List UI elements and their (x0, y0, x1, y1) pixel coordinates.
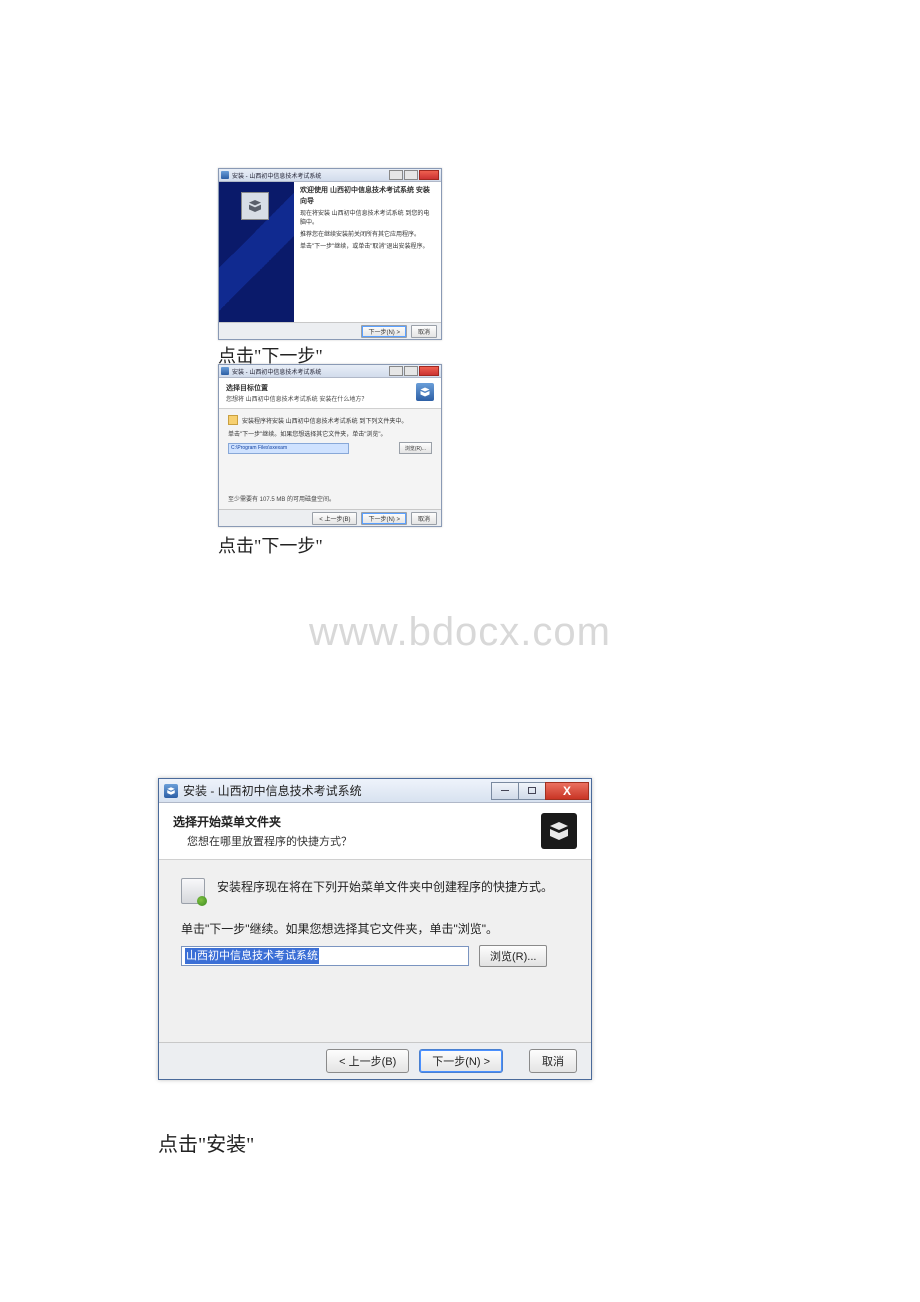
disk-space-text: 至少需要有 107.5 MB 的可用磁盘空间。 (228, 494, 432, 503)
wizard-footer: < 上一步(B) 下一步(N) > 取消 (159, 1042, 591, 1079)
wizard-body: 安装程序现在将在下列开始菜单文件夹中创建程序的快捷方式。 单击"下一步"继续。如… (159, 860, 591, 1042)
caption-text: 点击"安装" (158, 1128, 254, 1157)
back-button[interactable]: < 上一步(B) (326, 1049, 409, 1073)
cancel-button[interactable]: 取消 (411, 512, 437, 525)
app-icon (221, 367, 229, 375)
minimize-button[interactable] (491, 782, 519, 800)
setup-box-icon (241, 192, 269, 220)
instruction-text: 安装程序将安装 山西初中信息技术考试系统 到下列文件夹中。 (242, 416, 407, 425)
wizard-footer: < 上一步(B) 下一步(N) > 取消 (219, 509, 441, 526)
titlebar[interactable]: 安装 - 山西初中信息技术考试系统 (219, 365, 441, 378)
maximize-button[interactable] (404, 366, 418, 376)
setup-box-icon (416, 383, 434, 401)
setup-box-icon (541, 813, 577, 849)
titlebar[interactable]: 安装 - 山西初中信息技术考试系统 (219, 169, 441, 182)
window-title: 安装 - 山西初中信息技术考试系统 (183, 782, 492, 799)
sub-instruction-text: 单击"下一步"继续。如果您想选择其它文件夹，单击"浏览"。 (181, 920, 569, 937)
sub-instruction-text: 单击"下一步"继续。如果您想选择其它文件夹，单击"浏览"。 (228, 429, 432, 438)
installer-welcome-window: 安装 - 山西初中信息技术考试系统 欢迎使用 山西初中信息技术考试系统 安装向导… (218, 168, 442, 340)
watermark-text: www.bdocx.com (0, 610, 920, 655)
folder-icon (228, 415, 238, 425)
startmenu-folder-icon (181, 878, 205, 904)
browse-button[interactable]: 浏览(R)... (479, 945, 547, 967)
next-button[interactable]: 下一步(N) > (419, 1049, 503, 1073)
cancel-button[interactable]: 取消 (411, 325, 437, 338)
destination-path-input[interactable]: C:\Program Files\sxexam (228, 443, 349, 454)
minimize-button[interactable] (389, 366, 403, 376)
installer-destination-window: 安装 - 山西初中信息技术考试系统 选择目标位置 您想将 山西初中信息技术考试系… (218, 364, 442, 527)
selected-path-text: 山西初中信息技术考试系统 (185, 948, 319, 964)
welcome-heading: 欢迎使用 山西初中信息技术考试系统 安装向导 (300, 186, 435, 207)
cancel-button[interactable]: 取消 (529, 1049, 577, 1073)
wizard-header: 选择开始菜单文件夹 您想在哪里放置程序的快捷方式？ (159, 803, 591, 860)
window-title: 安装 - 山西初中信息技术考试系统 (232, 367, 389, 376)
wizard-header: 选择目标位置 您想将 山西初中信息技术考试系统 安装在什么地方？ (219, 378, 441, 409)
welcome-line: 推荐您在继续安装前关闭所有其它应用程序。 (300, 231, 435, 240)
instruction-text: 安装程序现在将在下列开始菜单文件夹中创建程序的快捷方式。 (217, 878, 553, 895)
next-button[interactable]: 下一步(N) > (361, 325, 407, 338)
header-subtitle: 您想在哪里放置程序的快捷方式？ (187, 833, 541, 849)
header-title: 选择开始菜单文件夹 (173, 813, 541, 830)
app-icon (221, 171, 229, 179)
close-button[interactable]: X (545, 782, 589, 800)
header-title: 选择目标位置 (226, 383, 416, 393)
wizard-side-graphic (219, 182, 294, 322)
startmenu-path-input[interactable]: 山西初中信息技术考试系统 (181, 946, 469, 966)
wizard-body: 安装程序将安装 山西初中信息技术考试系统 到下列文件夹中。 单击"下一步"继续。… (219, 409, 441, 509)
close-button[interactable] (419, 170, 439, 180)
caption-text: 点击"下一步" (218, 532, 323, 558)
close-button[interactable] (419, 366, 439, 376)
titlebar[interactable]: 安装 - 山西初中信息技术考试系统 X (159, 779, 591, 803)
browse-button[interactable]: 浏览(R)... (399, 442, 432, 454)
welcome-line: 单击"下一步"继续，或单击"取消"退出安装程序。 (300, 243, 435, 252)
maximize-button[interactable] (404, 170, 418, 180)
next-button[interactable]: 下一步(N) > (361, 512, 407, 525)
header-subtitle: 您想将 山西初中信息技术考试系统 安装在什么地方？ (226, 394, 416, 403)
installer-startmenu-window: 安装 - 山西初中信息技术考试系统 X 选择开始菜单文件夹 您想在哪里放置程序的… (158, 778, 592, 1080)
window-title: 安装 - 山西初中信息技术考试系统 (232, 171, 389, 180)
maximize-button[interactable] (518, 782, 546, 800)
back-button[interactable]: < 上一步(B) (312, 512, 357, 525)
welcome-line: 现在将安装 山西初中信息技术考试系统 到您的电脑中。 (300, 210, 435, 228)
wizard-footer: 下一步(N) > 取消 (219, 322, 441, 339)
welcome-text-panel: 欢迎使用 山西初中信息技术考试系统 安装向导 现在将安装 山西初中信息技术考试系… (294, 182, 441, 322)
app-icon (164, 784, 178, 798)
minimize-button[interactable] (389, 170, 403, 180)
